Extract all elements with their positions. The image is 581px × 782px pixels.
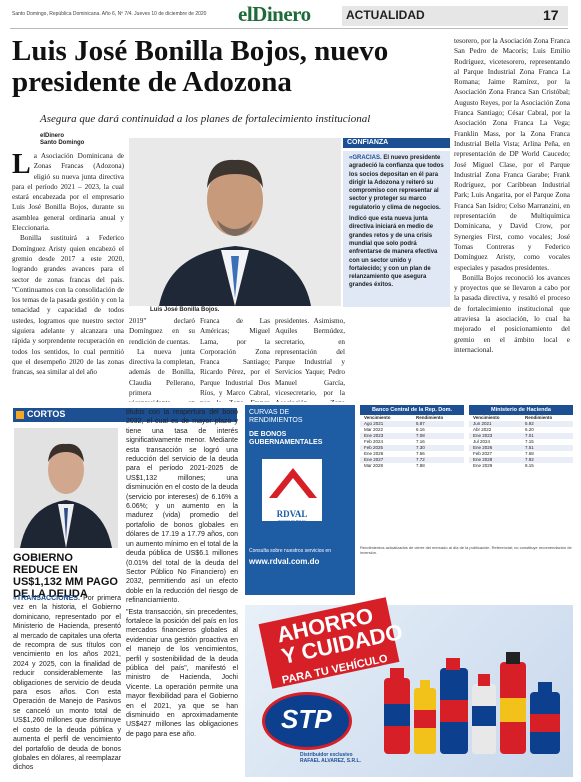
hacienda-table-body: Vencimiento Rendimiento Jun 2021 5.92 Abr 2…	[469, 415, 573, 469]
byline-source: elDinero	[40, 133, 65, 139]
cortos-headline: GOBIERNO REDUCE EN US$1,132 MM PAGO DE L…	[13, 552, 118, 600]
sidebar-paragraph: «GRACIAS. El nuevo presidente agradeció …	[349, 154, 444, 212]
sidebar-confianza: «GRACIAS. El nuevo presidente agradeció …	[343, 151, 450, 307]
article-column-1: La Asociación Dominicana de Zonas Franca…	[12, 151, 124, 399]
ad-distributor-name: RAFAEL ALVAREZ, S.R.L.	[300, 758, 361, 764]
rdval-logo-sub: PUESTO DE BOLSA	[277, 519, 307, 523]
article-headline: Luis José Bonilla Bojos, nuevo president…	[12, 35, 389, 98]
article-column-2: 2019" declaró Domínguez en su rendición …	[129, 316, 195, 402]
article-subhead: Asegura que dará continuidad a los plane…	[40, 113, 371, 125]
table-row: Ene 2029 8.15	[469, 463, 573, 469]
sidebar-lead: «GRACIAS.	[349, 155, 382, 161]
minister-photo	[14, 428, 118, 548]
table-cell: Mar 2028	[364, 463, 384, 468]
section-label: ACTUALIDAD	[346, 8, 425, 22]
cortos-column-1: «TRANSACCIONES. Por primera vez en la hi…	[13, 594, 121, 778]
portrait-illustration	[129, 138, 341, 306]
rdval-line-3: DE BONOS	[249, 431, 287, 438]
page-number: 17	[543, 7, 559, 23]
logo-prefix: el	[238, 2, 253, 26]
article-paragraph: La nueva junta directiva la completan, a…	[129, 347, 195, 402]
rdval-line-2: RENDIMIENTOS	[249, 417, 303, 424]
rdval-url-link[interactable]: www.rdval.com.do	[249, 557, 319, 566]
cortos-paragraph: "Esta transacción, sin precedentes, fort…	[126, 608, 238, 738]
article-column-4: presidentes. Asimismo, Aquiles Bermúdez,…	[275, 317, 345, 402]
table-row: Mar 2028 7.88	[360, 463, 464, 469]
article-column-3: Franca de Las Américas; Miguel Lama, por…	[200, 317, 270, 402]
byline: elDinero Santo Domingo	[40, 133, 84, 147]
table-cell: 8.15	[525, 463, 534, 468]
table-cell: 7.88	[416, 463, 425, 468]
rdval-heading: CURVAS DE RENDIMIENTOS	[249, 409, 303, 425]
bcrd-table-title: Banco Central de la Rep. Dom.	[360, 405, 464, 415]
drop-cap: L	[12, 151, 31, 180]
cortos-text-2: títulos con la reapertura del bono 2032,…	[126, 409, 238, 605]
portrait-photo	[129, 138, 341, 306]
header-divider	[10, 28, 568, 29]
cortos-lead: «TRANSACCIONES.	[13, 595, 80, 602]
sidebar-text: El nuevo presidente agradeció la confian…	[349, 155, 444, 211]
stp-logo-text: STP	[281, 704, 332, 734]
tables-note: Rendimientos actualizados de cierre del …	[360, 545, 572, 555]
article-text: tesorero, por la Asociación Zona Franca …	[454, 37, 570, 272]
sidebar-title: CONFIANZA	[347, 139, 389, 146]
bcrd-table: Banco Central de la Rep. Dom. Vencimient…	[360, 405, 464, 469]
bottles-illustration	[384, 652, 560, 754]
rdval-subheading: DE BONOS GUBERNAMENTALES	[249, 431, 322, 447]
rdval-line-1: CURVAS DE	[249, 409, 290, 416]
hacienda-table: Ministerio de Hacienda Vencimiento Rendim…	[469, 405, 573, 469]
logo-wordmark: Dinero	[252, 2, 311, 26]
bcrd-table-body: Vencimiento Rendimiento Ago 2021 5.87 Mar 2…	[360, 415, 464, 469]
article-paragraph: Bonilla Bojos reconoció los avances y pr…	[454, 273, 570, 354]
table-cell: Ene 2029	[473, 463, 493, 468]
article-paragraph: Bonilla sustituirá a Federico Domínguez …	[12, 234, 124, 377]
rdval-footer: Consulta sobre nuestros servicios en	[249, 548, 331, 554]
article-column-5: tesorero, por la Asociación Zona Franca …	[454, 36, 570, 402]
cortos-square-icon	[16, 411, 24, 419]
hacienda-table-title: Ministerio de Hacienda	[469, 405, 573, 415]
cortos-column-2: títulos con la reapertura del bono 2032,…	[126, 408, 238, 778]
product-bottles	[380, 648, 566, 758]
ad-distributor: Distribuidor exclusivo RAFAEL ALVAREZ, S…	[300, 752, 361, 764]
rdval-arrow-icon	[269, 468, 317, 498]
rdval-logo: RDVAL PUESTO DE BOLSA	[262, 459, 322, 523]
photo-caption: Luis José Bonilla Bojos.	[150, 307, 220, 313]
issue-meta: Santo Domingo, República Dominicana. Año…	[12, 11, 207, 17]
masthead-logo[interactable]: elDinero	[238, 2, 311, 27]
article-text: 2019" declaró Domínguez en su rendición …	[129, 317, 195, 346]
rdval-line-4: GUBERNAMENTALES	[249, 439, 323, 446]
minister-illustration	[14, 428, 118, 548]
sidebar-paragraph-2: Indicó que esta nueva junta directiva in…	[349, 216, 438, 289]
cortos-label: CORTOS	[27, 409, 66, 419]
cortos-text: Por primera vez en la historia, el Gobie…	[13, 595, 121, 772]
byline-place: Santo Domingo	[40, 140, 85, 146]
rdval-logo-text: RDVAL	[276, 509, 308, 519]
